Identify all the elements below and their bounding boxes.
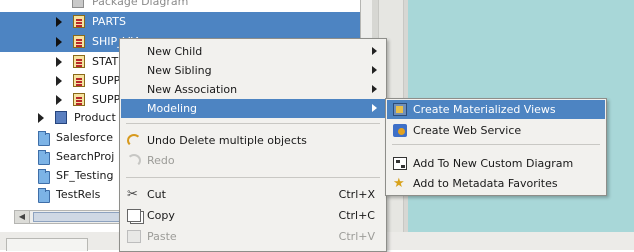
undo-icon bbox=[127, 134, 141, 147]
menu-item-label: Cut bbox=[147, 188, 166, 201]
menu-item-redo[interactable]: Redo bbox=[121, 151, 385, 170]
web-service-icon bbox=[393, 124, 407, 137]
copy-icon bbox=[127, 209, 141, 222]
menu-item-create-materialized-views[interactable]: Create Materialized Views bbox=[387, 100, 605, 119]
folder-icon bbox=[38, 150, 50, 165]
tree-row-label: SF_Testing bbox=[56, 169, 114, 182]
table-icon bbox=[73, 55, 85, 68]
menu-item-modeling[interactable]: Modeling bbox=[121, 99, 385, 118]
menu-item-label: Copy bbox=[147, 209, 175, 222]
tree-row-label: Product bbox=[74, 111, 116, 124]
menu-item-label: Add to Metadata Favorites bbox=[413, 177, 558, 190]
table-icon bbox=[73, 74, 85, 87]
modeling-submenu: Create Materialized Views Create Web Ser… bbox=[385, 98, 607, 196]
menu-item-label: Redo bbox=[147, 154, 175, 167]
tree-row-label: Package Diagram bbox=[92, 0, 189, 8]
menu-item-paste[interactable]: Paste Ctrl+V bbox=[121, 227, 385, 246]
table-icon bbox=[73, 93, 85, 106]
menu-item-label: Modeling bbox=[147, 102, 198, 115]
menu-item-label: New Child bbox=[147, 45, 203, 58]
submenu-arrow-icon bbox=[372, 104, 377, 112]
shortcut-label: Ctrl+V bbox=[338, 230, 375, 243]
bottom-view-tab[interactable] bbox=[6, 238, 88, 251]
favorites-star-icon: ★ bbox=[393, 176, 405, 191]
expand-arrow-icon[interactable] bbox=[56, 57, 62, 67]
menu-item-create-web-service[interactable]: Create Web Service bbox=[387, 121, 605, 140]
menu-item-cut[interactable]: ✂ Cut Ctrl+X bbox=[121, 185, 385, 204]
tree-row-label: SearchProj bbox=[56, 150, 115, 163]
submenu-arrow-icon bbox=[372, 85, 377, 93]
tree-row-label: PARTS bbox=[92, 15, 126, 28]
tree-row-label: SUPP bbox=[92, 74, 121, 87]
expand-arrow-icon[interactable] bbox=[56, 17, 62, 27]
table-icon bbox=[73, 15, 85, 28]
menu-item-add-to-custom-diagram[interactable]: Add To New Custom Diagram bbox=[387, 154, 605, 173]
model-icon bbox=[55, 111, 67, 124]
menu-item-label: Add To New Custom Diagram bbox=[413, 157, 574, 170]
menu-item-add-to-favorites[interactable]: ★ Add to Metadata Favorites bbox=[387, 174, 605, 193]
menu-item-new-association[interactable]: New Association bbox=[121, 80, 385, 99]
menu-item-new-sibling[interactable]: New Sibling bbox=[121, 61, 385, 80]
materialized-view-icon bbox=[393, 103, 407, 116]
submenu-arrow-icon bbox=[372, 47, 377, 55]
diagram-icon bbox=[72, 0, 84, 8]
scroll-left-icon[interactable]: ◀ bbox=[15, 211, 30, 223]
folder-icon bbox=[38, 188, 50, 203]
menu-separator bbox=[126, 123, 380, 124]
expand-arrow-icon[interactable] bbox=[56, 76, 62, 86]
tree-row-label: STAT bbox=[92, 55, 119, 68]
menu-item-label: Paste bbox=[147, 230, 177, 243]
tree-row-label: Salesforce bbox=[56, 131, 113, 144]
menu-item-undo[interactable]: Undo Delete multiple objects bbox=[121, 131, 385, 150]
menu-item-label: New Sibling bbox=[147, 64, 212, 77]
scissors-icon: ✂ bbox=[127, 187, 138, 202]
paste-icon bbox=[127, 230, 141, 243]
folder-icon bbox=[38, 131, 50, 146]
menu-item-label: Create Materialized Views bbox=[413, 103, 556, 116]
menu-separator bbox=[126, 177, 380, 178]
menu-item-copy[interactable]: Copy Ctrl+C bbox=[121, 206, 385, 225]
expand-arrow-icon[interactable] bbox=[56, 37, 62, 47]
context-menu: New Child New Sibling New Association Mo… bbox=[119, 38, 387, 252]
shortcut-label: Ctrl+C bbox=[338, 209, 375, 222]
tree-row-parts[interactable]: PARTS bbox=[0, 12, 372, 32]
diagram-icon bbox=[393, 157, 407, 170]
tree-row-label: SUPP bbox=[92, 93, 121, 106]
expand-arrow-icon[interactable] bbox=[56, 95, 62, 105]
menu-separator bbox=[392, 144, 600, 145]
table-icon bbox=[73, 35, 85, 48]
menu-item-new-child[interactable]: New Child bbox=[121, 42, 385, 61]
folder-icon bbox=[38, 169, 50, 184]
redo-icon bbox=[127, 154, 141, 167]
submenu-arrow-icon bbox=[372, 66, 377, 74]
tree-row-package-diagram[interactable]: Package Diagram bbox=[0, 0, 372, 12]
menu-item-label: New Association bbox=[147, 83, 238, 96]
tree-row-label: TestRels bbox=[56, 188, 101, 201]
menu-item-label: Create Web Service bbox=[413, 124, 522, 137]
shortcut-label: Ctrl+X bbox=[338, 188, 375, 201]
expand-arrow-icon[interactable] bbox=[38, 113, 44, 123]
menu-item-label: Undo Delete multiple objects bbox=[147, 134, 307, 147]
